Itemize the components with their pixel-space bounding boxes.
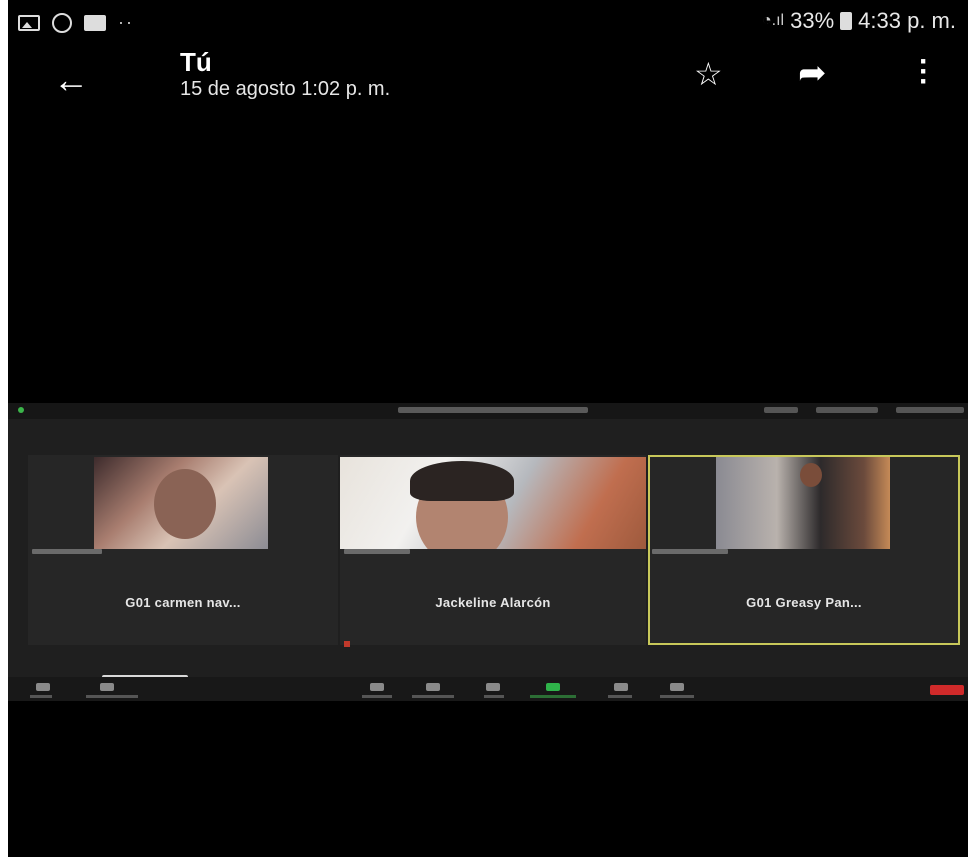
fullscreen-toggle (896, 407, 964, 413)
battery-percent: 33% (790, 8, 835, 33)
security-button[interactable] (370, 683, 384, 691)
share-icon[interactable]: ➦ (798, 53, 827, 93)
more-notifications-icon: ·· (118, 12, 134, 32)
phone-screen: ·· ◔.ıl 33% 4:33 p. m. ← Tú 15 de agosto… (8, 0, 968, 857)
participant-name-2: Jackeline Alarcón (435, 595, 551, 610)
participants-label (412, 695, 454, 698)
status-bar: ·· ◔.ıl 33% 4:33 p. m. (8, 8, 968, 38)
security-label (362, 695, 392, 698)
video-label (86, 695, 138, 698)
participant-tile-3[interactable]: G01 Greasy Pan... (648, 455, 960, 645)
participant-name-3: G01 Greasy Pan... (746, 595, 862, 610)
date-subtitle: 15 de agosto 1:02 p. m. (180, 78, 391, 100)
meeting-topic (398, 407, 588, 413)
participant-tile-2[interactable]: Jackeline Alarcón (340, 455, 646, 647)
reactions-label (660, 695, 694, 698)
zoom-top-bar (8, 403, 968, 419)
reactions-button[interactable] (670, 683, 684, 691)
zoom-controls-bar (8, 677, 968, 701)
video-name-tag-1 (32, 549, 102, 554)
chat-button[interactable] (486, 683, 500, 691)
record-button[interactable] (614, 683, 628, 691)
speaker-view-toggle (816, 407, 878, 413)
mute-label (30, 695, 52, 698)
participants-button[interactable] (426, 683, 440, 691)
zoom-meeting-image[interactable]: G01 carmen nav... Jackeline Alarcón G01 … (8, 403, 968, 701)
share-screen-label (530, 695, 576, 698)
security-shield-icon (18, 407, 24, 413)
battery-icon (840, 12, 853, 30)
wifi-signal-icon: ◔.ıl (762, 12, 785, 29)
recording-indicator (764, 407, 798, 413)
video-button[interactable] (100, 683, 114, 691)
end-meeting-button[interactable] (930, 685, 964, 695)
clock: 4:33 p. m. (858, 8, 956, 33)
participant-video-3 (716, 457, 890, 549)
folder-icon (84, 14, 106, 31)
record-label (608, 695, 632, 698)
more-options-icon[interactable]: · · · (916, 47, 932, 97)
video-name-tag-2 (344, 549, 410, 554)
app-bar: ← Tú 15 de agosto 1:02 p. m. ☆ ➦ · · · (8, 45, 968, 115)
video-name-tag-3 (652, 549, 728, 554)
sender-title: Tú (180, 47, 212, 77)
participant-name-1: G01 carmen nav... (125, 595, 241, 610)
participant-video-2 (340, 457, 646, 549)
chat-label (484, 695, 504, 698)
gallery-icon (18, 14, 40, 31)
back-arrow-icon[interactable]: ← (53, 59, 89, 101)
star-icon[interactable]: ☆ (694, 55, 723, 93)
participant-video-1 (94, 457, 268, 549)
muted-mic-icon (344, 641, 350, 647)
participant-tile-1[interactable]: G01 carmen nav... (28, 455, 338, 645)
share-screen-button[interactable] (546, 683, 560, 691)
mute-button[interactable] (36, 683, 50, 691)
whatsapp-icon (52, 12, 72, 33)
